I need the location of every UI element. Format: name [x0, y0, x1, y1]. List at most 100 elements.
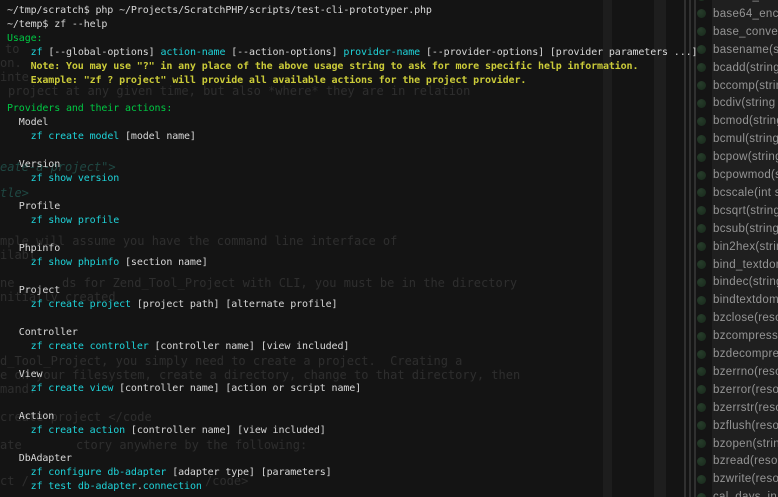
terminal-text-cyan: zf create model — [31, 131, 120, 142]
function-name-label: bzwrite(resourc — [713, 473, 778, 485]
terminal-text-fg: Controller — [7, 327, 78, 338]
terminal-text-cyan: zf create view — [31, 383, 114, 394]
terminal-text-cyan: action-name — [160, 47, 225, 58]
terminal-text-fg — [7, 341, 31, 352]
terminal-text-green: Usage: — [7, 33, 42, 44]
terminal-text-green: Providers and their actions: — [7, 103, 172, 114]
function-name-label: bzflush(resourc — [713, 420, 778, 432]
terminal-line: zf create view [controller name] [action… — [7, 382, 712, 396]
terminal-text-fg — [7, 215, 31, 226]
terminal-text-fg — [7, 467, 31, 478]
terminal-text-cyan: zf show version — [31, 173, 120, 184]
terminal-line: DbAdapter — [7, 452, 712, 466]
terminal-text-fg — [7, 47, 31, 58]
terminal-line: Version — [7, 158, 712, 172]
function-name-label: bzopen(string — [713, 438, 778, 450]
terminal-line: zf [--global-options] action-name [--act… — [7, 46, 712, 60]
terminal-line: Profile — [7, 200, 712, 214]
terminal-line: Usage: — [7, 32, 712, 46]
terminal-text-fg: [model name] — [119, 131, 196, 142]
terminal-text-fg: ~/temp$ zf --help — [7, 19, 107, 30]
terminal-line — [7, 354, 712, 368]
function-name-label: base64_encode(str — [713, 8, 778, 20]
terminal-window[interactable]: ~/tmp/scratch$ php ~/Projects/ScratchPHP… — [0, 0, 712, 497]
terminal-line: Note: You may use "?" in any place of th… — [7, 60, 712, 74]
function-name-label: bin2hex(string — [713, 241, 778, 253]
function-name-label: bcsub(string le — [713, 223, 778, 235]
terminal-text-fg — [7, 299, 31, 310]
terminal-text-cyan: zf show profile — [31, 215, 120, 226]
terminal-text-fg: [--action-options] — [225, 47, 343, 58]
function-name-label: bccomp(string — [713, 80, 778, 92]
function-name-label: base64_decode(str — [713, 0, 778, 2]
terminal-output: ~/tmp/scratch$ php ~/Projects/ScratchPHP… — [7, 4, 712, 494]
function-name-label: bzerror(resourc — [713, 384, 778, 396]
terminal-text-fg: DbAdapter — [7, 453, 72, 464]
function-name-label: bzread(resourc — [713, 455, 778, 467]
terminal-text-fg — [7, 383, 31, 394]
terminal-text-fg: [adapter type] [parameters] — [166, 467, 331, 478]
terminal-line: zf create model [model name] — [7, 130, 712, 144]
function-name-label: bindtextdomai — [713, 294, 778, 306]
terminal-line — [7, 88, 712, 102]
terminal-line: Controller — [7, 326, 712, 340]
terminal-text-cyan: provider-name — [343, 47, 420, 58]
terminal-line: zf test db-adapter.connection — [7, 480, 712, 494]
screen: toon.inteproject at any given time, but … — [0, 0, 778, 497]
function-name-label: bcscale(int sca — [713, 187, 778, 199]
terminal-line — [7, 438, 712, 452]
terminal-line — [7, 228, 712, 242]
terminal-text-cyan: zf create project — [31, 299, 131, 310]
terminal-text-fg — [7, 173, 31, 184]
terminal-line — [7, 312, 712, 326]
terminal-line: Model — [7, 116, 712, 130]
function-name-label: bcpow(string b — [713, 151, 778, 163]
terminal-line: zf show profile — [7, 214, 712, 228]
terminal-text-fg: [section name] — [119, 257, 208, 268]
terminal-line: Project — [7, 284, 712, 298]
terminal-line: Example: "zf ? project" will provide all… — [7, 74, 712, 88]
terminal-text-cyan: zf — [31, 47, 43, 58]
terminal-line — [7, 396, 712, 410]
function-name-label: bzerrno(resour — [713, 366, 778, 378]
terminal-text-cyan: zf create controller — [31, 341, 149, 352]
terminal-text-fg — [7, 425, 31, 436]
function-name-label: bcmul(string le — [713, 133, 778, 145]
terminal-text-cyan: zf show phpinfo — [31, 257, 120, 268]
terminal-text-fg — [7, 481, 31, 492]
terminal-text-cyan: zf create action — [31, 425, 125, 436]
terminal-line: zf create project [project path] [altern… — [7, 298, 712, 312]
function-name-label: bcmod(string l — [713, 115, 778, 127]
function-name-label: bcdiv(string le — [713, 97, 778, 109]
terminal-text-fg: [--global-options] — [42, 47, 160, 58]
terminal-line: zf create controller [controller name] [… — [7, 340, 712, 354]
terminal-line: zf show phpinfo [section name] — [7, 256, 712, 270]
function-name-label: bcpowmod(stri — [713, 169, 778, 181]
terminal-line: Action — [7, 410, 712, 424]
terminal-line: zf show version — [7, 172, 712, 186]
terminal-line — [7, 186, 712, 200]
terminal-line — [7, 270, 712, 284]
terminal-text-fg: [controller name] [view included] — [125, 425, 326, 436]
terminal-text-fg — [7, 131, 31, 142]
terminal-line — [7, 144, 712, 158]
terminal-text-fg: ~/tmp/scratch$ php ~/Projects/ScratchPHP… — [7, 5, 432, 16]
terminal-text-cyan: zf configure db-adapter — [31, 467, 167, 478]
terminal-line: View — [7, 368, 712, 382]
function-name-label: bcsqrt(string o — [713, 205, 778, 217]
terminal-text-fg: Version — [7, 159, 60, 170]
terminal-text-fg: [controller name] [action or script name… — [113, 383, 361, 394]
function-name-label: basename(strin — [713, 44, 778, 56]
function-name-label: bindec(string b — [713, 276, 778, 288]
terminal-line: ~/tmp/scratch$ php ~/Projects/ScratchPHP… — [7, 4, 712, 18]
terminal-text-cyan: connection — [143, 481, 202, 492]
terminal-text-fg: [controller name] [view included] — [149, 341, 350, 352]
terminal-text-fg: [project path] [alternate profile] — [131, 299, 338, 310]
function-name-label: bzerrstr(resour — [713, 402, 778, 414]
terminal-text-fg: [--provider-options] [provider parameter… — [420, 47, 697, 58]
terminal-text-fg: Action — [7, 411, 54, 422]
function-name-label: bzclose(resour — [713, 312, 778, 324]
terminal-text-fg: View — [7, 369, 42, 380]
terminal-text-fg: Profile — [7, 201, 60, 212]
terminal-line: Providers and their actions: — [7, 102, 712, 116]
